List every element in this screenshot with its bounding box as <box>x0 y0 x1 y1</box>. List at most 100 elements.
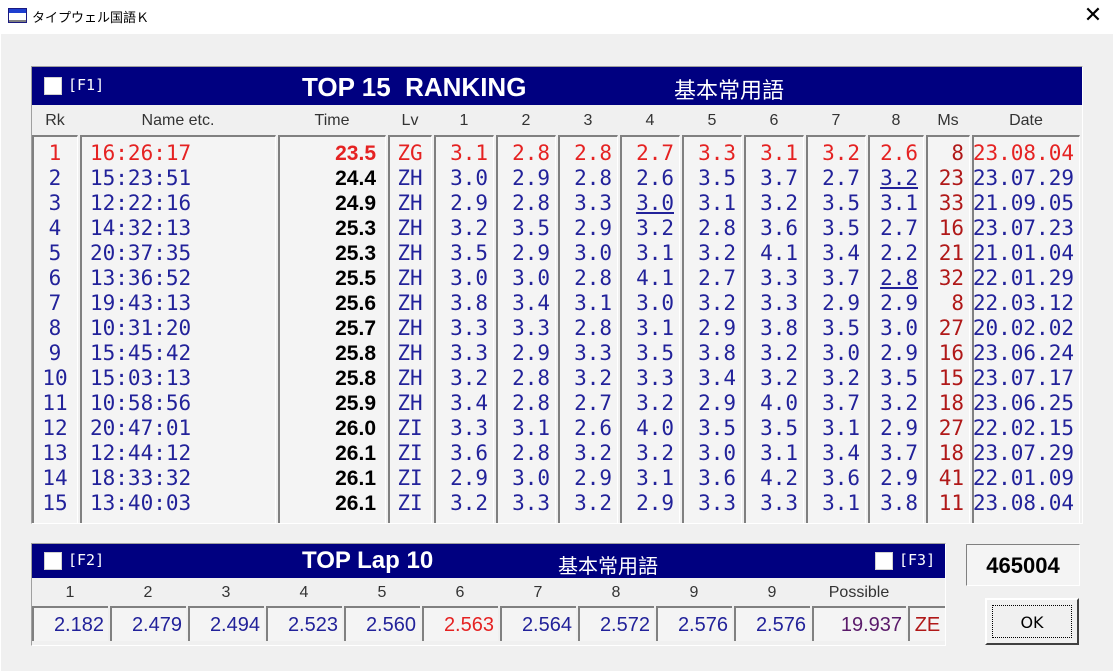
date-cell: 21.01.04 <box>972 241 1074 265</box>
app-icon <box>8 8 27 23</box>
lap-cell-5: 3.8 <box>698 341 736 365</box>
lap-cell-2: 3.4 <box>512 291 550 315</box>
lap-cell-3: 3.2 <box>574 366 612 390</box>
lap-cell-2: 2.8 <box>512 441 550 465</box>
level-cell: ZI <box>397 441 423 465</box>
lap-cell-1: 2.9 <box>450 466 488 490</box>
lap-cell-6: 3.3 <box>760 491 798 515</box>
lap-cell-7: 3.1 <box>822 491 860 515</box>
lap-cell-3: 3.3 <box>574 191 612 215</box>
time-cell: 25.3 <box>335 217 376 240</box>
table-row: 7 19:43:13 25.6 ZH 3.8 3.4 3.1 3.0 3.2 3.3 2.9 2.9 8… <box>32 291 1080 316</box>
lap-cell-4: 3.2 <box>636 441 674 465</box>
rank-cell: 5 <box>48 241 62 265</box>
column-header-14: Date <box>1009 112 1043 129</box>
lap-cell-2: 3.3 <box>512 491 550 515</box>
lap-value-9: 2.576 <box>656 606 732 641</box>
lap-cell-4: 3.5 <box>636 341 674 365</box>
miss-cell: 41 <box>938 466 964 490</box>
level-cell: ZH <box>397 391 423 415</box>
lap-cell-1: 3.2 <box>450 491 488 515</box>
lap-title: TOP Lap 10 <box>302 547 434 574</box>
table-row: 12 20:47:01 26.0 ZI 3.3 3.1 2.6 4.0 3.5 3.5 3.1 2.9… <box>32 416 1080 441</box>
lap-cell-6: 3.1 <box>760 441 798 465</box>
close-icon[interactable]: ✕ <box>1078 2 1108 30</box>
table-row: 6 13:36:52 25.5 ZH 3.0 3.0 2.8 4.1 2.7 3.3 3.7 2.8 3… <box>32 266 1080 291</box>
f1-checkbox[interactable] <box>44 77 62 95</box>
lap-cell-7: 3.5 <box>822 316 860 340</box>
lap-cell-5: 3.3 <box>698 141 736 165</box>
rank-cell: 1 <box>48 141 62 165</box>
ranking-header: [F1] TOP 15 RANKING 基本常用語 <box>32 67 1082 105</box>
lap-cell-4: 3.2 <box>636 391 674 415</box>
table-row: 5 20:37:35 25.3 ZH 3.5 2.9 3.0 3.1 3.2 4.1 3.4 2.2 2… <box>32 241 1080 266</box>
lap-value-10: 2.576 <box>734 606 810 641</box>
lap-cell-7: 3.6 <box>822 466 860 490</box>
lap-cell-7: 2.9 <box>822 291 860 315</box>
lap-header-7: 7 <box>533 584 543 601</box>
miss-cell: 21 <box>938 241 964 265</box>
title-bar: タイプウェル国語Ｋ ✕ <box>0 0 1114 34</box>
ranking-panel: [F1] TOP 15 RANKING 基本常用語 Rk Name etc. Tim… <box>31 66 1083 524</box>
lap-value-11: 19.937 <box>812 606 906 641</box>
lap-cell-7: 3.5 <box>822 216 860 240</box>
lap-cell-4: 3.0 <box>636 291 674 315</box>
rank-cell: 7 <box>48 291 62 315</box>
date-cell: 22.01.09 <box>972 466 1074 490</box>
miss-cell: 18 <box>938 391 964 415</box>
miss-cell: 27 <box>938 316 964 340</box>
column-header-6: 2 <box>521 112 531 129</box>
lap-cell-1: 3.8 <box>450 291 488 315</box>
score-display: 465004 <box>966 544 1080 586</box>
time-cell: 26.1 <box>335 442 376 465</box>
lap-header-3: 3 <box>221 584 231 601</box>
lap-header-10: 9 <box>767 584 777 601</box>
lap-cell-3: 2.9 <box>574 216 612 240</box>
rank-cell: 10 <box>42 366 68 390</box>
date-cell: 22.02.15 <box>972 416 1074 440</box>
lap-cell-1: 3.0 <box>450 166 488 190</box>
column-header-4: Lv <box>401 112 419 129</box>
level-cell: ZH <box>397 316 423 340</box>
f3-checkbox[interactable] <box>875 552 893 570</box>
time-cell: 25.5 <box>335 267 376 290</box>
miss-cell: 15 <box>938 366 964 390</box>
table-row: 1 16:26:17 23.5 ZG 3.1 2.8 2.8 2.7 3.3 3.1 3.2 2.6 8… <box>32 141 1080 166</box>
time-cell: 25.8 <box>335 367 376 390</box>
date-cell: 23.07.23 <box>972 216 1074 240</box>
lap-cell-1: 3.6 <box>450 441 488 465</box>
lap-cell-5: 2.8 <box>698 216 736 240</box>
rank-cell: 11 <box>42 391 68 415</box>
lap-cell-8: 3.8 <box>880 491 918 515</box>
lap-cell-1: 3.3 <box>450 341 488 365</box>
lap-cell-4: 2.6 <box>636 166 674 190</box>
lap-cell-2: 2.8 <box>512 191 550 215</box>
lap-cell-3: 2.8 <box>574 316 612 340</box>
date-cell: 23.07.29 <box>972 166 1074 190</box>
time-cell: 25.3 <box>335 242 376 265</box>
f2-checkbox[interactable] <box>44 552 62 570</box>
column-header-8: 4 <box>645 112 655 129</box>
lap-cell-2: 2.9 <box>512 341 550 365</box>
name-cell: 20:47:01 <box>90 416 192 440</box>
lap-cell-6: 3.2 <box>760 341 798 365</box>
rank-cell: 3 <box>48 191 62 215</box>
lap-value-4: 2.523 <box>266 606 342 641</box>
lap-category: 基本常用語 <box>558 554 658 578</box>
lap-cell-3: 2.8 <box>574 166 612 190</box>
lap-cell-3: 2.7 <box>574 391 612 415</box>
column-header-3: Time <box>314 112 350 129</box>
lap-value-2: 2.479 <box>110 606 186 641</box>
level-cell: ZI <box>397 466 423 490</box>
name-cell: 12:44:12 <box>90 441 192 465</box>
ranking-category: 基本常用語 <box>674 79 785 104</box>
lap-cell-5: 3.6 <box>698 466 736 490</box>
lap-cell-6: 3.2 <box>760 191 798 215</box>
ok-button[interactable]: OK <box>985 598 1079 645</box>
table-row: 13 12:44:12 26.1 ZI 3.6 2.8 3.2 3.2 3.0 3.1 3.4 3.7… <box>32 441 1080 466</box>
lap-cell-7: 3.4 <box>822 241 860 265</box>
name-cell: 18:33:32 <box>90 466 192 490</box>
lap-panel: [F2] TOP Lap 10 基本常用語 [F3] 1 2 3 4 5 6 7 8 9 9 Pos… <box>31 543 946 646</box>
column-header-9: 5 <box>707 112 717 129</box>
column-header-10: 6 <box>769 112 779 129</box>
